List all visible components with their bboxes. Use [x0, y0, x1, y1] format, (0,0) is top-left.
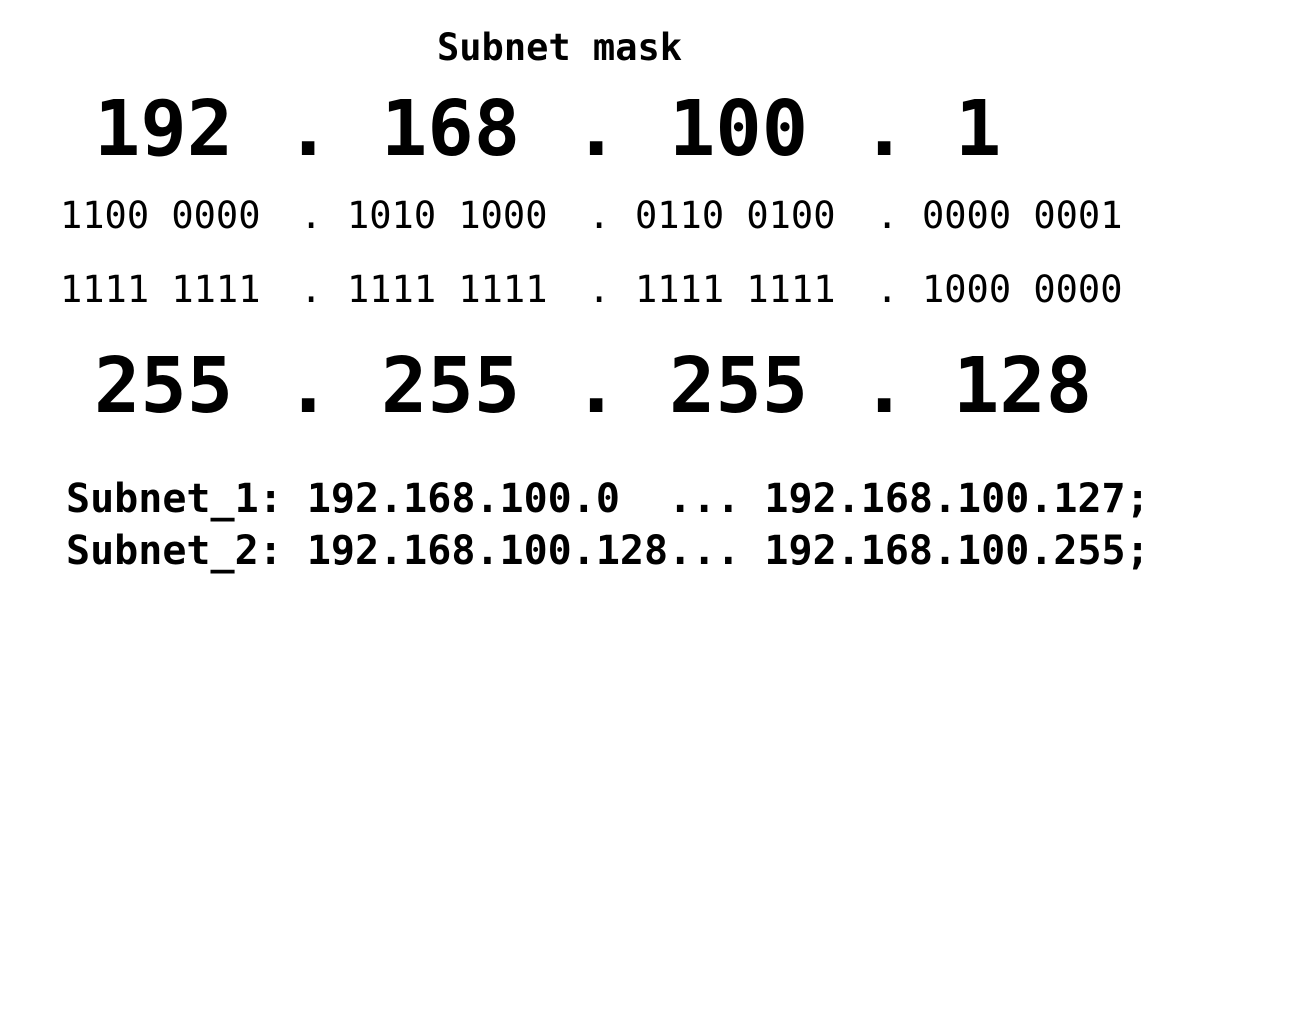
ip-octet-4: 1 — [955, 85, 1002, 174]
mask-octet-4: 128 — [953, 342, 1093, 431]
mask-dot-1: . — [285, 342, 332, 431]
ip-binary-octet-1: 1100 0000 — [60, 194, 261, 237]
mask-binary-octet-2: 1111 1111 — [347, 268, 548, 311]
mask-octet-3: 255 — [669, 342, 809, 431]
mask-decimal-row: 255 . 255 . 255 . 128 — [0, 345, 1092, 1017]
ip-dot-2: . — [573, 85, 620, 174]
mask-octet-1: 255 — [94, 342, 234, 431]
ip-binary-dot-3: . — [876, 194, 899, 237]
subnet-ranges: Subnet_1: 192.168.100.0 ... 192.168.100.… — [66, 473, 1150, 577]
mask-dot-3: . — [861, 342, 908, 431]
subnet-label: Subnet_1: — [66, 476, 283, 522]
mask-binary-octet-1: 1111 1111 — [60, 268, 261, 311]
subnet-range: 192.168.100.0 ... 192.168.100.127; — [306, 476, 1150, 522]
ip-binary-dot-2: . — [588, 194, 611, 237]
subnet-range-line: Subnet_1: 192.168.100.0 ... 192.168.100.… — [66, 473, 1150, 525]
ip-binary-octet-4: 0000 0001 — [922, 194, 1123, 237]
ip-octet-2: 168 — [381, 85, 521, 174]
ip-binary-octet-3: 0110 0100 — [635, 194, 836, 237]
ip-dot-1: . — [285, 85, 332, 174]
ip-dot-3: . — [861, 85, 908, 174]
ip-binary-dot-1: . — [300, 194, 323, 237]
diagram-title: Subnet mask — [437, 26, 683, 69]
subnet-label: Subnet_2: — [66, 528, 283, 574]
mask-binary-dot-1: . — [300, 268, 323, 311]
subnet-range-line: Subnet_2: 192.168.100.128... 192.168.100… — [66, 525, 1150, 577]
mask-binary-dot-3: . — [876, 268, 899, 311]
subnet-range: 192.168.100.128... 192.168.100.255; — [306, 528, 1150, 574]
ip-octet-1: 192 — [94, 85, 234, 174]
mask-binary-octet-4: 1000 0000 — [922, 268, 1123, 311]
ip-octet-3: 100 — [669, 85, 809, 174]
mask-dot-2: . — [573, 342, 620, 431]
mask-octet-2: 255 — [381, 342, 521, 431]
mask-binary-octet-3: 1111 1111 — [635, 268, 836, 311]
mask-binary-dot-2: . — [588, 268, 611, 311]
ip-binary-octet-2: 1010 1000 — [347, 194, 548, 237]
